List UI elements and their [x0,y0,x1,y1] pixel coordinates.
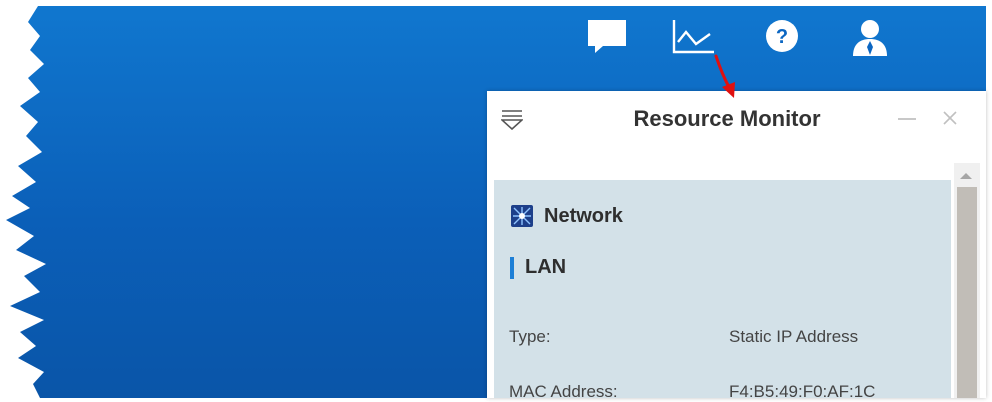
network-icon [511,205,533,227]
section-accent-bar [510,257,514,279]
resource-monitor-window: Resource Monitor Network LAN Type: Stati… [487,91,986,401]
type-value: Static IP Address [729,327,859,346]
network-title: Network [544,205,623,227]
type-label: Type: [509,327,551,346]
vertical-scrollbar[interactable] [954,163,980,398]
annotation-arrow-icon [706,54,742,102]
chat-bubble-icon[interactable] [587,18,627,54]
close-icon[interactable] [941,109,959,127]
mac-address-value: F4:B5:49:F0:AF:1C [729,382,876,401]
minimize-icon[interactable] [898,118,916,120]
user-icon[interactable] [850,18,890,56]
network-panel: Network LAN Type: Static IP Address MAC … [494,180,951,401]
help-circle-icon[interactable]: ? [764,18,800,54]
scroll-up-arrow-icon[interactable] [960,173,972,179]
scrollbar-thumb[interactable] [957,187,977,398]
line-chart-icon[interactable] [672,18,716,54]
mac-address-label: MAC Address: [509,382,618,401]
lan-section-title: LAN [525,256,567,278]
svg-text:?: ? [776,26,788,48]
window-title: Resource Monitor [633,106,821,131]
